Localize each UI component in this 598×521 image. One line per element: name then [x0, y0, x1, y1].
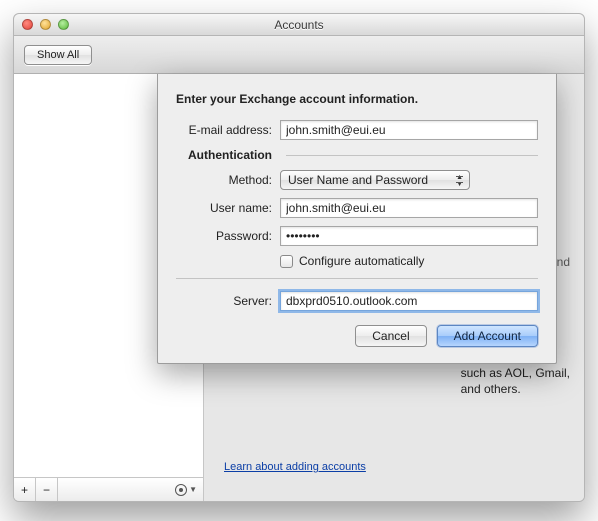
gear-icon: [175, 484, 187, 496]
bg-text-line: such as AOL, Gmail,: [461, 365, 570, 381]
show-all-button[interactable]: Show All: [24, 45, 92, 65]
accounts-window: Accounts Show All corporations and from …: [13, 13, 585, 502]
cancel-button[interactable]: Cancel: [355, 325, 426, 347]
auth-method-value: User Name and Password: [288, 173, 428, 187]
email-field[interactable]: [280, 120, 538, 140]
divider: [176, 278, 538, 279]
server-field[interactable]: [280, 291, 538, 311]
configure-automatically-checkbox[interactable]: [280, 255, 293, 268]
window-title: Accounts: [14, 18, 584, 32]
chevron-down-icon: ▼: [189, 485, 197, 494]
username-field[interactable]: [280, 198, 538, 218]
sheet-heading: Enter your Exchange account information.: [176, 92, 538, 106]
add-account-button-primary[interactable]: Add Account: [437, 325, 538, 347]
divider: [286, 155, 538, 156]
toolbar: Show All: [14, 36, 584, 74]
updown-arrows-icon: ▲▼: [456, 174, 463, 188]
sidebar-footer: + − ▼: [14, 477, 204, 501]
password-label: Password:: [176, 229, 272, 243]
authentication-section-label: Authentication: [176, 148, 272, 162]
learn-about-adding-accounts-link[interactable]: Learn about adding accounts: [224, 461, 366, 473]
auth-method-select[interactable]: User Name and Password ▲▼: [280, 170, 470, 190]
remove-account-button[interactable]: −: [36, 478, 58, 501]
titlebar: Accounts: [14, 14, 584, 36]
account-actions-menu[interactable]: ▼: [169, 478, 203, 501]
username-label: User name:: [176, 201, 272, 215]
configure-automatically-label: Configure automatically: [299, 254, 424, 268]
exchange-account-sheet: Enter your Exchange account information.…: [157, 74, 557, 364]
server-label: Server:: [176, 294, 272, 308]
password-field[interactable]: [280, 226, 538, 246]
bg-text-line: and others.: [461, 381, 570, 397]
add-account-button[interactable]: +: [14, 478, 36, 501]
method-label: Method:: [176, 173, 272, 187]
email-label: E-mail address:: [176, 123, 272, 137]
